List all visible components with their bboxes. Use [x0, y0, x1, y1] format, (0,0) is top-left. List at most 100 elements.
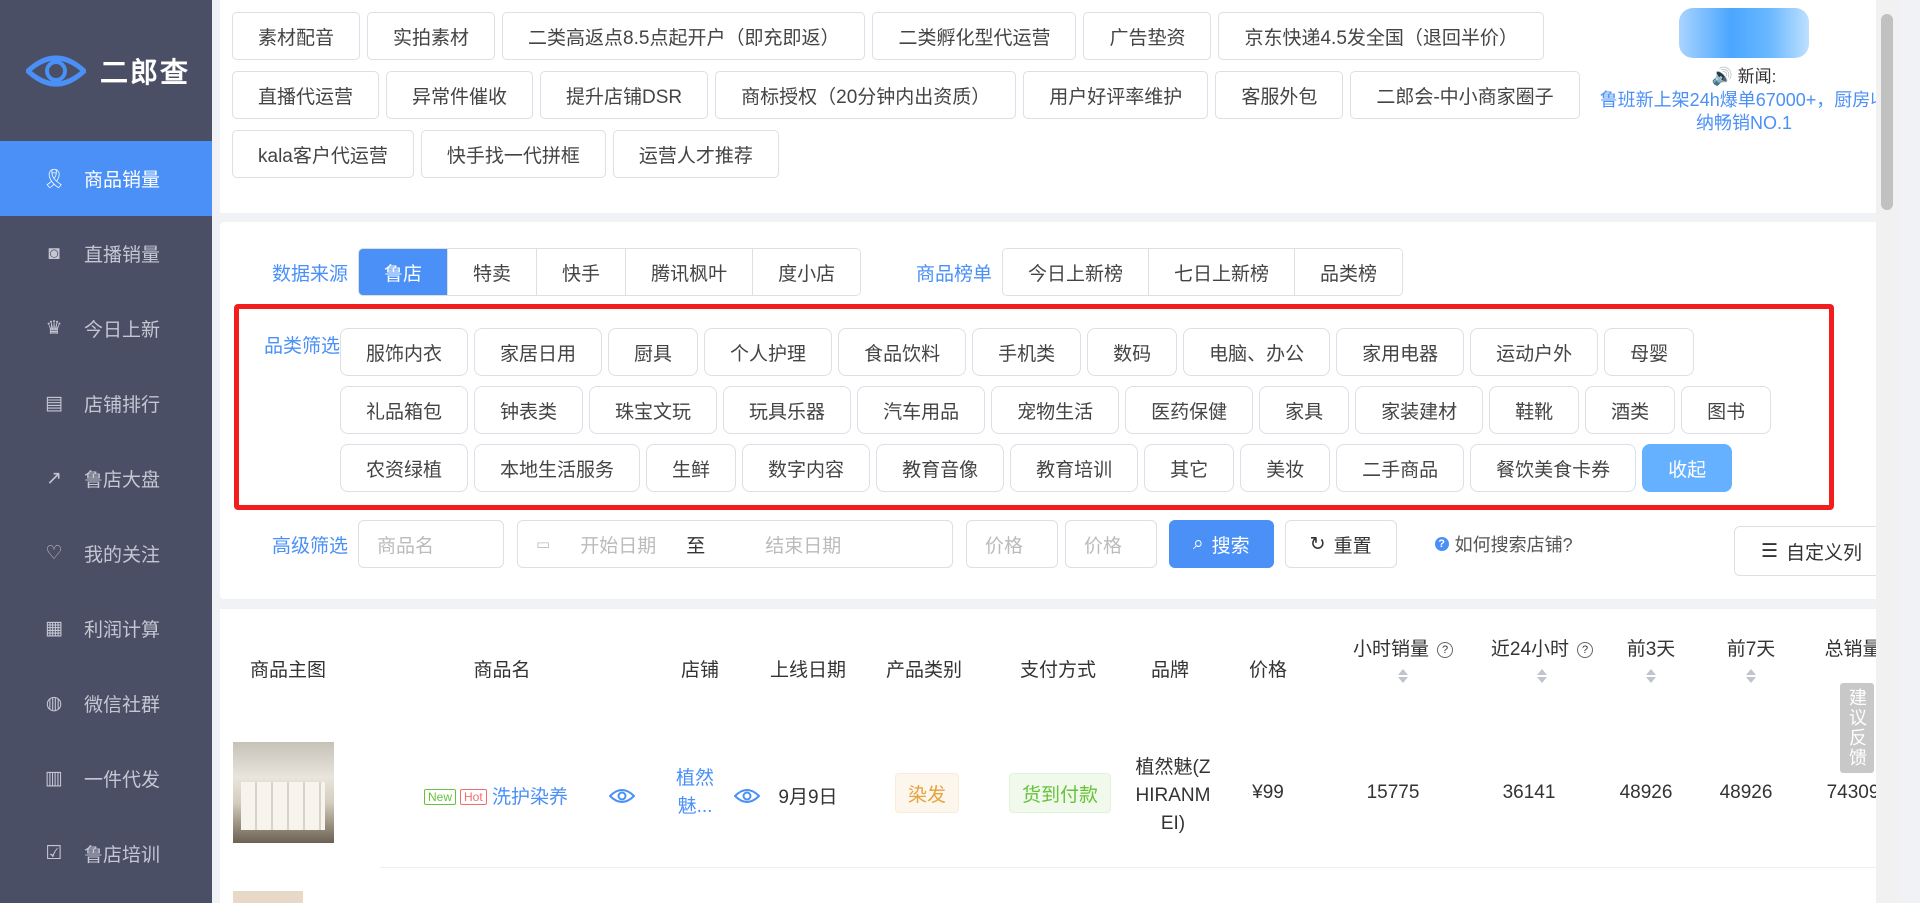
rank-tab[interactable]: 七日上新榜	[1148, 249, 1295, 295]
source-tab[interactable]: 度小店	[752, 249, 861, 295]
sidebar-item-3[interactable]: ▤ 店铺排行	[0, 366, 212, 441]
help-circle-icon[interactable]: ?	[1437, 642, 1453, 658]
ad-button[interactable]: 直播代运营	[232, 71, 380, 119]
category-button[interactable]: 家居日用	[474, 328, 603, 376]
ad-button[interactable]: 商标授权（20分钟内出资质）	[715, 71, 1017, 119]
eye-icon[interactable]	[734, 787, 760, 805]
category-button[interactable]: 个人护理	[704, 328, 833, 376]
category-button[interactable]: 运动户外	[1470, 328, 1599, 376]
ad-button[interactable]: 实拍素材	[367, 12, 496, 60]
category-button[interactable]: 数字内容	[742, 444, 871, 492]
category-button[interactable]: 生鲜	[646, 444, 737, 492]
ad-button[interactable]: 客服外包	[1215, 71, 1344, 119]
ad-button[interactable]: 二类孵化型代运营	[872, 12, 1077, 60]
category-button[interactable]: 教育音像	[876, 444, 1005, 492]
rank-tab[interactable]: 品类榜	[1294, 249, 1403, 295]
header-hourly[interactable]: 小时销量?	[1348, 634, 1458, 683]
ad-button[interactable]: 二郎会-中小商家圈子	[1350, 71, 1580, 119]
help-link[interactable]: ? 如何搜索店铺?	[1434, 531, 1573, 557]
price-min-input[interactable]: 价格	[966, 520, 1059, 568]
end-date-input[interactable]: 结束日期	[765, 531, 841, 558]
category-button[interactable]: 礼品箱包	[340, 386, 469, 434]
logo[interactable]: 二郎查	[0, 0, 212, 141]
source-tab[interactable]: 腾讯枫叶	[625, 249, 753, 295]
sidebar-item-0[interactable]: 🎗 商品销量	[0, 141, 212, 216]
ad-button[interactable]: 提升店铺DSR	[540, 71, 709, 119]
source-tab[interactable]: 鲁店	[359, 249, 448, 295]
scroll-thumb[interactable]	[1881, 14, 1893, 210]
ad-button[interactable]: 二类高返点8.5点起开户（即充即返）	[502, 12, 866, 60]
feedback-button[interactable]: 建议反馈	[1840, 683, 1874, 773]
sort-icon[interactable]	[1746, 669, 1756, 683]
category-button[interactable]: 食品饮料	[838, 328, 967, 376]
sort-icon[interactable]	[1537, 669, 1547, 683]
category-button[interactable]: 电脑、办公	[1183, 328, 1331, 376]
sidebar-item-2[interactable]: ♛ 今日上新	[0, 291, 212, 366]
start-date-input[interactable]: 开始日期	[580, 531, 656, 558]
sidebar-item-4[interactable]: ↗ 鲁店大盘	[0, 441, 212, 516]
category-button[interactable]: 汽车用品	[857, 386, 986, 434]
ad-button[interactable]: 快手找一代拼框	[420, 130, 606, 178]
product-name-link[interactable]: 洗护染养	[492, 787, 568, 808]
sidebar-item-9[interactable]: ☑ 鲁店培训	[0, 816, 212, 891]
ad-button[interactable]: 京东快递4.5发全国（退回半价）	[1218, 12, 1544, 60]
header-7day[interactable]: 前7天	[1726, 634, 1776, 683]
rank-tab[interactable]: 今日上新榜	[1003, 249, 1149, 295]
next-product-image[interactable]	[233, 891, 303, 903]
category-button[interactable]: 二手商品	[1336, 444, 1465, 492]
category-button[interactable]: 家用电器	[1336, 328, 1465, 376]
search-button[interactable]: ⌕ 搜索	[1169, 520, 1274, 568]
category-button[interactable]: 钟表类	[474, 386, 584, 434]
sidebar-item-8[interactable]: ▥ 一件代发	[0, 741, 212, 816]
reset-button[interactable]: ↻ 重置	[1284, 520, 1397, 568]
price-max-input[interactable]: 价格	[1065, 520, 1158, 568]
sort-icon[interactable]	[1646, 669, 1656, 683]
category-button[interactable]: 农资绿植	[340, 444, 469, 492]
category-button[interactable]: 手机类	[972, 328, 1082, 376]
ad-button[interactable]: 异常件催收	[386, 71, 534, 119]
eye-icon[interactable]	[609, 787, 635, 805]
product-image[interactable]	[233, 742, 334, 843]
category-button[interactable]: 母婴	[1604, 328, 1695, 376]
category-button[interactable]: 教育培训	[1010, 444, 1139, 492]
category-button[interactable]: 厨具	[608, 328, 699, 376]
sidebar-item-1[interactable]: ◙ 直播销量	[0, 216, 212, 291]
sidebar-item-6[interactable]: ▦ 利润计算	[0, 591, 212, 666]
category-button[interactable]: 餐饮美食卡券	[1470, 444, 1637, 492]
category-button[interactable]: 美妆	[1240, 444, 1331, 492]
header-3day[interactable]: 前3天	[1626, 634, 1676, 683]
category-button[interactable]: 本地生活服务	[474, 444, 641, 492]
ad-button[interactable]: 素材配音	[232, 12, 361, 60]
source-tab[interactable]: 快手	[536, 249, 626, 295]
sidebar-item-7[interactable]: ◍ 微信社群	[0, 666, 212, 741]
news-link[interactable]: 鲁班新上架24h爆单67000+，厨房收纳畅销NO.1	[1596, 89, 1892, 136]
category-button[interactable]: 家具	[1259, 386, 1350, 434]
category-button[interactable]: 家装建材	[1355, 386, 1484, 434]
ad-button[interactable]: 运营人才推荐	[612, 130, 779, 178]
category-button[interactable]: 其它	[1144, 444, 1235, 492]
shop-link[interactable]: 植然魅...	[670, 765, 720, 821]
ad-button[interactable]: 用户好评率维护	[1023, 71, 1209, 119]
category-button[interactable]: 数码	[1087, 328, 1178, 376]
custom-columns-button[interactable]: ☰ 自定义列	[1734, 526, 1890, 576]
sort-icon[interactable]	[1398, 669, 1408, 683]
sidebar-item-5[interactable]: ♡ 我的关注	[0, 516, 212, 591]
source-tab[interactable]: 特卖	[447, 249, 537, 295]
product-name-input[interactable]: 商品名	[358, 520, 505, 568]
collapse-button[interactable]: 收起	[1642, 444, 1733, 492]
category-button[interactable]: 宠物生活	[991, 386, 1120, 434]
scrollbar[interactable]	[1876, 0, 1898, 903]
category-button[interactable]: 服饰内衣	[340, 328, 469, 376]
date-range-picker[interactable]: ▭ 开始日期 至 结束日期	[517, 520, 954, 568]
category-button[interactable]: 玩具乐器	[723, 386, 852, 434]
help-circle-icon[interactable]: ?	[1577, 642, 1594, 658]
category-button[interactable]: 鞋靴	[1489, 386, 1580, 434]
category-button[interactable]: 医药保健	[1125, 386, 1254, 434]
header-24h[interactable]: 近24小时?	[1482, 634, 1602, 683]
rank-row: 商品榜单 今日上新榜 七日上新榜 品类榜	[916, 248, 1404, 296]
category-button[interactable]: 珠宝文玩	[589, 386, 718, 434]
ad-button[interactable]: 广告垫资	[1083, 12, 1212, 60]
ad-button[interactable]: kala客户代运营	[232, 130, 414, 178]
category-button[interactable]: 图书	[1681, 386, 1772, 434]
category-button[interactable]: 酒类	[1585, 386, 1676, 434]
